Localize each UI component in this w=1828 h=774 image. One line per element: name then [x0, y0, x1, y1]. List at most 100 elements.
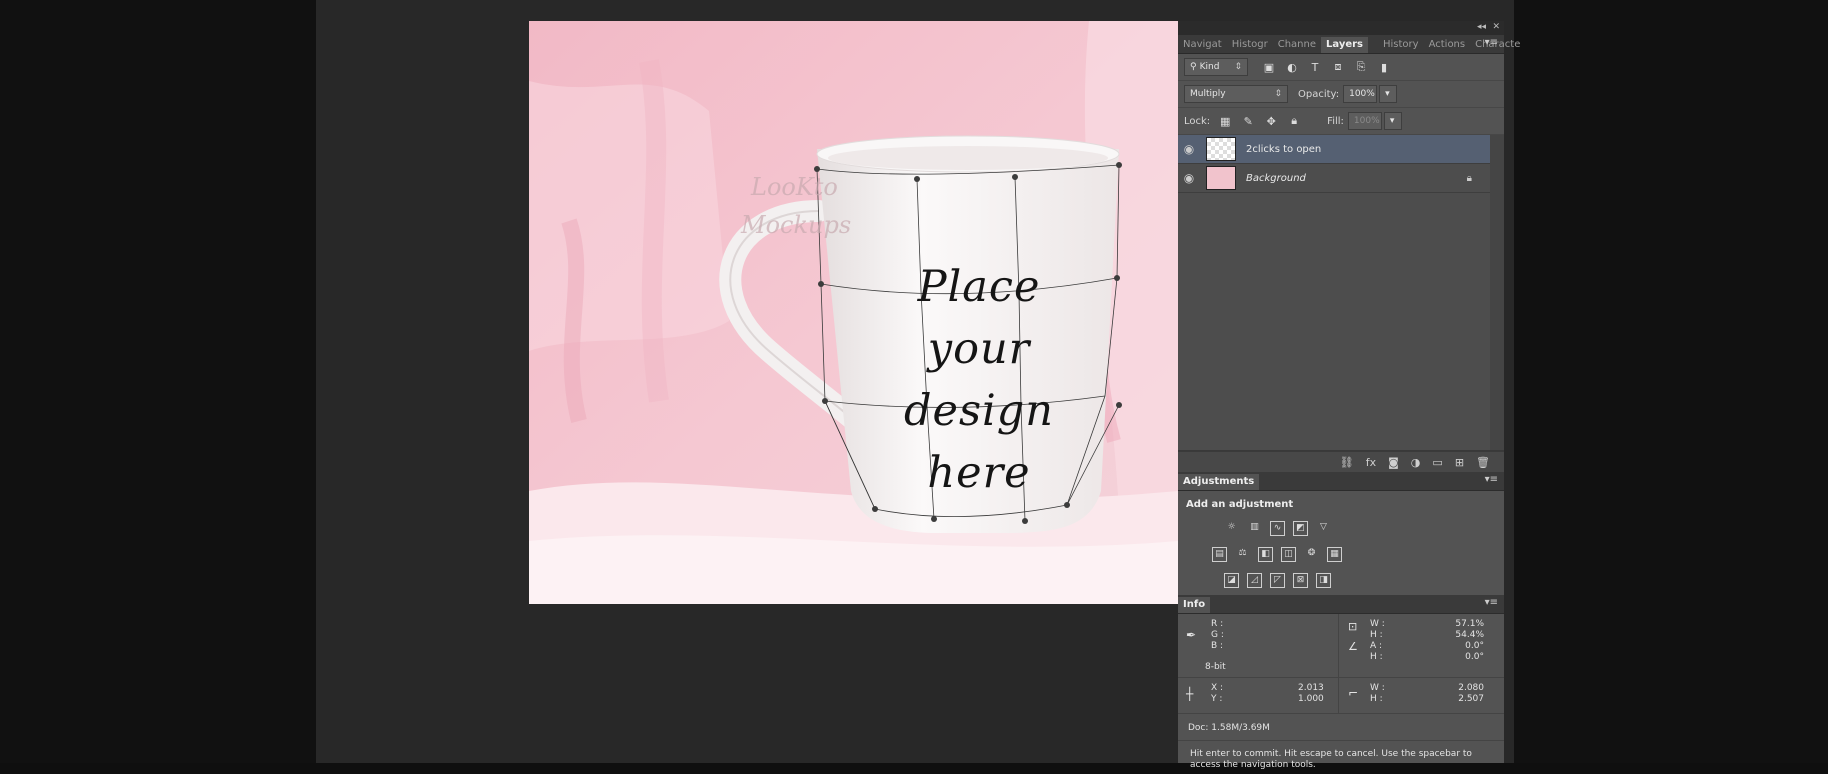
link-layers-icon[interactable]: ⛓: [1340, 456, 1354, 469]
background-thumbnail: [1206, 166, 1236, 190]
eye-icon[interactable]: ◉: [1178, 171, 1200, 185]
levels-icon[interactable]: ▥: [1247, 521, 1262, 536]
warp-grid[interactable]: [529, 21, 1178, 604]
tab-channels[interactable]: Channe: [1273, 37, 1321, 53]
tab-history[interactable]: History: [1378, 37, 1424, 53]
adjustment-filter-icon[interactable]: ◐: [1285, 60, 1299, 74]
info-divider: [1178, 713, 1504, 714]
posterize-icon[interactable]: ◿: [1247, 573, 1262, 588]
h2-value: 0.0°: [1465, 652, 1484, 662]
a-label: A :: [1370, 641, 1383, 651]
channel-mixer-icon[interactable]: ❂: [1304, 547, 1319, 562]
design-line: Place: [917, 262, 1041, 312]
adjustments-header: Adjustments ▾≡: [1178, 472, 1504, 491]
collapse-icon[interactable]: ◂◂: [1477, 22, 1486, 32]
opacity-input[interactable]: 100%: [1343, 85, 1378, 103]
shape-filter-icon[interactable]: ⧈: [1331, 60, 1345, 74]
layers-scrollbar[interactable]: [1490, 135, 1504, 450]
type-filter-icon[interactable]: T: [1308, 60, 1322, 74]
panel-menu-icon[interactable]: ▾≡: [1485, 474, 1498, 485]
a-value: 0.0°: [1465, 641, 1484, 651]
eye-icon[interactable]: ◉: [1178, 142, 1200, 156]
layer-style-icon[interactable]: fx: [1366, 456, 1376, 469]
lock-image-icon[interactable]: ✎: [1241, 114, 1255, 128]
selective-color-icon[interactable]: ◨: [1316, 573, 1331, 588]
blend-mode-value: Multiply: [1190, 89, 1226, 99]
pixel-filter-icon[interactable]: ▣: [1262, 60, 1276, 74]
vibrance-icon[interactable]: ▤: [1212, 547, 1227, 562]
tab-layers[interactable]: Layers: [1321, 37, 1368, 53]
layer-name[interactable]: 2clicks to open: [1246, 144, 1321, 155]
size-h-value: 2.507: [1458, 694, 1484, 704]
close-icon[interactable]: ✕: [1492, 22, 1500, 32]
tab-histogram[interactable]: Histogr: [1227, 37, 1273, 53]
balance-icon[interactable]: ⚖: [1235, 547, 1250, 562]
tab-navigator[interactable]: Navigat: [1178, 37, 1227, 53]
lock-position-icon[interactable]: ✥: [1264, 114, 1278, 128]
tab-info[interactable]: Info: [1178, 597, 1211, 613]
adjustments-body: Add an adjustment ☼ ▥ ∿ ◩ ▽ ▤ ⚖ ◧ ◫ ❂ ▦ …: [1178, 491, 1504, 595]
watermark-text: LooKto Mockups: [741, 168, 851, 244]
gradient-triangle-icon[interactable]: ▽: [1316, 521, 1331, 536]
black-white-icon[interactable]: ◧: [1258, 547, 1273, 562]
smart-object-thumbnail: [1206, 137, 1236, 161]
lock-label: Lock:: [1184, 115, 1211, 127]
filter-toggle-icon[interactable]: ▮: [1377, 60, 1391, 74]
dock-header: ◂◂ ✕: [1178, 21, 1504, 35]
layer-row-background[interactable]: ◉ Background 🔒︎: [1178, 164, 1504, 193]
new-adjustment-icon[interactable]: ◑: [1411, 456, 1421, 469]
lock-icon: 🔒︎: [1466, 172, 1472, 184]
size-w-value: 2.080: [1458, 683, 1484, 693]
selection-size-icon: ⌐: [1348, 686, 1359, 700]
photo-filter-icon[interactable]: ◫: [1281, 547, 1296, 562]
fill-input[interactable]: 100%: [1347, 112, 1382, 130]
blend-row: Multiply ⇕ Opacity: 100% ▾: [1178, 81, 1504, 108]
blend-mode-select[interactable]: Multiply ⇕: [1184, 85, 1288, 103]
smart-object-filter-icon[interactable]: ⎘: [1354, 60, 1368, 74]
color-lookup-icon[interactable]: ▦: [1327, 547, 1342, 562]
invert-icon[interactable]: ◪: [1224, 573, 1239, 588]
y-label: Y :: [1211, 694, 1223, 704]
right-gutter: [1514, 0, 1828, 763]
add-mask-icon[interactable]: ◙: [1388, 456, 1399, 469]
curves-icon[interactable]: ∿: [1270, 521, 1285, 536]
design-line: here: [927, 448, 1031, 498]
size-h-label: H :: [1370, 694, 1383, 704]
new-group-icon[interactable]: ▭: [1432, 456, 1442, 469]
lock-all-icon[interactable]: 🔒︎: [1287, 114, 1301, 128]
filter-kind-select[interactable]: ⚲ Kind ⇕: [1184, 58, 1248, 76]
fill-dropdown-icon[interactable]: ▾: [1383, 112, 1402, 130]
w-label: W :: [1370, 619, 1385, 629]
panel-menu-icon[interactable]: ▾≡: [1485, 37, 1498, 48]
watermark-line: Mockups: [741, 211, 852, 239]
eyedropper-icon: ✒: [1186, 628, 1197, 642]
layer-row-smart-object[interactable]: ◉ 2clicks to open: [1178, 135, 1504, 164]
gradient-map-icon[interactable]: ⊠: [1293, 573, 1308, 588]
new-layer-icon[interactable]: ⊞: [1455, 456, 1464, 469]
x-value: 2.013: [1298, 683, 1324, 693]
lock-transparent-icon[interactable]: ▦: [1218, 114, 1232, 128]
status-hint: Hit enter to commit. Hit escape to cance…: [1190, 749, 1472, 770]
exposure-icon[interactable]: ◩: [1293, 521, 1308, 536]
trash-icon[interactable]: 🗑︎: [1476, 456, 1490, 469]
h2-label: H :: [1370, 652, 1383, 662]
placeholder-design-text: Place your design here: [899, 256, 1059, 504]
lock-row: Lock: ▦ ✎ ✥ 🔒︎ Fill: 100% ▾: [1178, 108, 1504, 135]
panel-tabs: Navigat Histogr Channe Layers History Ac…: [1178, 35, 1520, 54]
angle-icon: ∠: [1348, 640, 1358, 653]
search-icon: ⚲: [1190, 62, 1197, 72]
tab-actions[interactable]: Actions: [1424, 37, 1471, 53]
brightness-icon[interactable]: ☼: [1224, 521, 1239, 536]
info-header: Info ▾≡: [1178, 595, 1504, 614]
opacity-label: Opacity:: [1298, 88, 1340, 100]
x-label: X :: [1211, 683, 1224, 693]
layer-name[interactable]: Background: [1246, 173, 1306, 184]
adjustment-row-3: ◪ ◿ ◸ ⊠ ◨: [1224, 573, 1331, 588]
tab-adjustments[interactable]: Adjustments: [1178, 474, 1260, 490]
info-divider: [1178, 677, 1504, 678]
panel-menu-icon[interactable]: ▾≡: [1485, 597, 1498, 608]
threshold-icon[interactable]: ◸: [1270, 573, 1285, 588]
document-canvas[interactable]: LooKto Mockups Place your design here: [529, 21, 1178, 604]
watermark-line: LooKto: [751, 173, 838, 201]
opacity-dropdown-icon[interactable]: ▾: [1379, 85, 1398, 103]
